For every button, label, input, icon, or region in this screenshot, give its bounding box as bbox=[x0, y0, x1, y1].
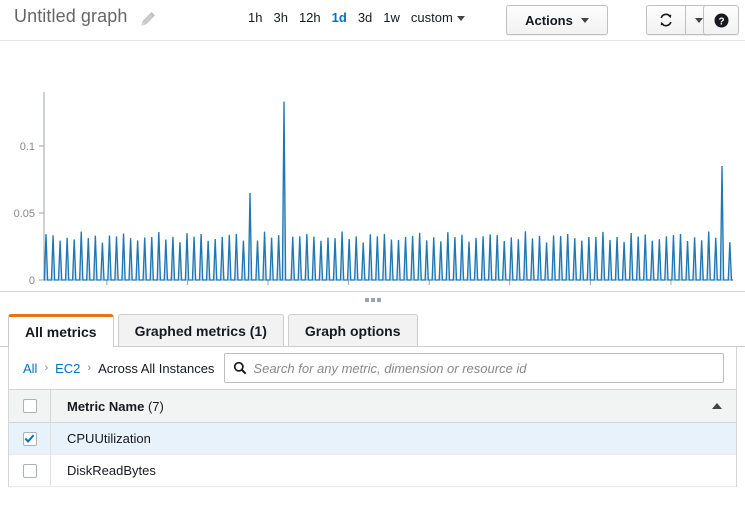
range-12h[interactable]: 12h bbox=[299, 10, 321, 26]
drag-handle-icon[interactable] bbox=[365, 298, 381, 302]
select-all-checkbox[interactable] bbox=[23, 399, 37, 413]
breadcrumb-item-all[interactable]: All bbox=[23, 361, 37, 376]
svg-text:0.05: 0.05 bbox=[14, 208, 35, 220]
column-header-label: Metric Name bbox=[67, 399, 144, 414]
metric-tabs: All metrics Graphed metrics (1) Graph op… bbox=[0, 314, 745, 347]
range-custom-label: custom bbox=[411, 10, 453, 26]
tab-all-metrics[interactable]: All metrics bbox=[8, 314, 114, 347]
metrics-table: Metric Name (7) CPUUtilization DiskReadB… bbox=[9, 389, 736, 487]
svg-text:0: 0 bbox=[29, 275, 35, 287]
metric-chart[interactable]: 00.050.122:0001:0004:0007:0010:0013:0016… bbox=[0, 41, 745, 291]
graph-toolbar: Untitled graph 1h 3h 12h 1d 3d 1w custom… bbox=[0, 0, 745, 41]
metrics-panel: All › EC2 › Across All Instances Metric … bbox=[8, 347, 737, 487]
tab-all-metrics-label: All metrics bbox=[25, 324, 97, 340]
row-checkbox[interactable] bbox=[23, 432, 37, 446]
column-header-metric-name[interactable]: Metric Name (7) bbox=[51, 399, 164, 414]
tab-graph-options[interactable]: Graph options bbox=[288, 314, 418, 346]
chevron-down-icon bbox=[457, 16, 465, 21]
table-header-row: Metric Name (7) bbox=[9, 390, 736, 423]
metric-name-label: DiskReadBytes bbox=[51, 463, 156, 478]
table-row[interactable]: DiskReadBytes bbox=[9, 455, 736, 487]
svg-text:0.1: 0.1 bbox=[20, 141, 35, 153]
refresh-icon bbox=[658, 12, 674, 28]
sort-ascending-icon[interactable] bbox=[712, 403, 722, 409]
tab-graphed-metrics[interactable]: Graphed metrics (1) bbox=[118, 314, 284, 346]
search-icon bbox=[233, 361, 247, 375]
pencil-icon[interactable] bbox=[140, 11, 156, 27]
page-title: Untitled graph bbox=[14, 6, 127, 27]
chevron-down-icon bbox=[581, 18, 589, 23]
range-3d[interactable]: 3d bbox=[358, 10, 372, 26]
row-checkbox-cell bbox=[9, 455, 51, 486]
panel-divider bbox=[0, 291, 745, 314]
search-input[interactable] bbox=[247, 354, 723, 382]
help-button[interactable]: ? bbox=[703, 5, 739, 35]
breadcrumb-separator-icon: › bbox=[87, 362, 91, 374]
tab-graph-options-label: Graph options bbox=[305, 323, 401, 339]
help-circle-icon: ? bbox=[713, 12, 730, 29]
chevron-down-icon bbox=[695, 18, 703, 23]
breadcrumb-item-ec2[interactable]: EC2 bbox=[55, 361, 80, 376]
actions-button[interactable]: Actions bbox=[506, 5, 608, 35]
breadcrumb-separator-icon: › bbox=[44, 362, 48, 374]
refresh-button[interactable] bbox=[646, 5, 686, 35]
select-all-cell bbox=[9, 390, 51, 422]
actions-button-label: Actions bbox=[525, 13, 573, 28]
time-range-selector: 1h 3h 12h 1d 3d 1w custom bbox=[248, 10, 465, 26]
range-1h[interactable]: 1h bbox=[248, 10, 262, 26]
tab-graphed-metrics-label: Graphed metrics (1) bbox=[135, 323, 267, 339]
row-checkbox-cell bbox=[9, 423, 51, 454]
metric-search-box[interactable] bbox=[224, 353, 724, 383]
column-header-count: (7) bbox=[148, 399, 164, 414]
chart-canvas: 00.050.122:0001:0004:0007:0010:0013:0016… bbox=[0, 41, 745, 291]
breadcrumb-search-row: All › EC2 › Across All Instances bbox=[9, 347, 736, 389]
table-row[interactable]: CPUUtilization bbox=[9, 423, 736, 455]
range-3h[interactable]: 3h bbox=[273, 10, 287, 26]
row-checkbox[interactable] bbox=[23, 464, 37, 478]
range-1d[interactable]: 1d bbox=[332, 10, 347, 26]
range-custom[interactable]: custom bbox=[411, 10, 465, 26]
range-1w[interactable]: 1w bbox=[383, 10, 400, 26]
svg-text:?: ? bbox=[718, 16, 724, 27]
breadcrumb-item-across-all-instances: Across All Instances bbox=[98, 361, 214, 376]
metric-name-label: CPUUtilization bbox=[51, 431, 151, 446]
